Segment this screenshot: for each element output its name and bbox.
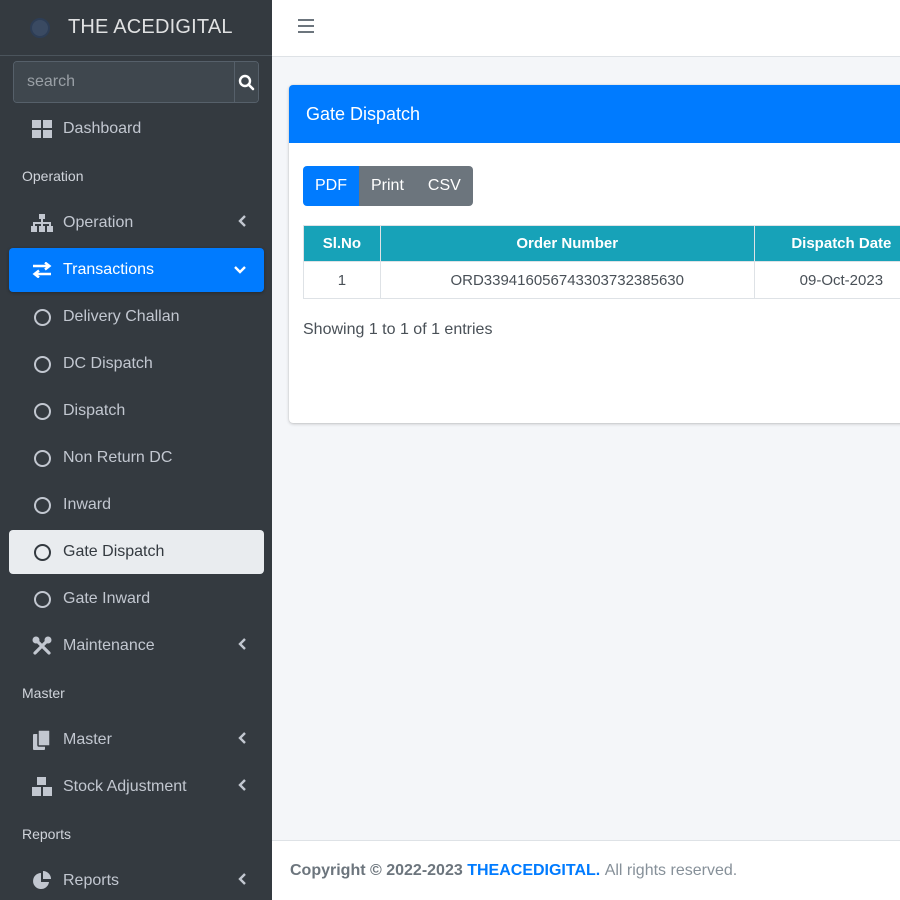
- dashboard-icon: [31, 118, 53, 140]
- export-button-group: PDF Print CSV: [303, 166, 473, 206]
- pdf-button[interactable]: PDF: [303, 166, 359, 206]
- circle-icon: [31, 494, 53, 516]
- search-button[interactable]: [234, 62, 258, 102]
- chevron-left-icon: [238, 872, 246, 890]
- sidebar-item-dispatch[interactable]: Dispatch: [9, 389, 264, 433]
- sidebar-item-label: Delivery Challan: [63, 308, 180, 325]
- chevron-left-icon: [238, 731, 246, 749]
- sidebar-search: [13, 61, 259, 103]
- sidebar-item-delivery-challan[interactable]: Delivery Challan: [9, 295, 264, 339]
- sidebar-item-master[interactable]: Master: [9, 718, 264, 762]
- sidebar-nav: Dashboard Operation Operation Transactio…: [0, 107, 272, 900]
- sidebar-item-stock-adjustment[interactable]: Stock Adjustment: [9, 765, 264, 809]
- print-button[interactable]: Print: [359, 166, 416, 206]
- copy-icon: [31, 729, 53, 751]
- sidebar-item-label: Maintenance: [63, 637, 155, 654]
- search-input[interactable]: [14, 62, 234, 102]
- card-title: Gate Dispatch: [289, 85, 900, 143]
- dispatch-table: Sl.No Order Number Dispatch Date 1 ORD33…: [303, 225, 900, 299]
- sidebar-item-label: Stock Adjustment: [63, 778, 187, 795]
- sidebar-item-label: Gate Dispatch: [63, 543, 165, 560]
- table-row: 1 ORD33941605674330373238563​0 09-Oct-20…: [303, 261, 900, 299]
- csv-button[interactable]: CSV: [415, 166, 473, 206]
- sidebar-item-non-return-dc[interactable]: Non Return DC: [9, 436, 264, 480]
- sidebar-item-inward[interactable]: Inward: [9, 483, 264, 527]
- circle-icon: [31, 306, 53, 328]
- menu-toggle-icon[interactable]: [298, 19, 314, 33]
- column-header-dispatch-date[interactable]: Dispatch Date: [753, 225, 900, 262]
- nav-header-operation: Operation: [22, 168, 84, 184]
- column-header-order-number[interactable]: Order Number: [379, 225, 755, 262]
- sidebar-item-label: Master: [63, 731, 112, 748]
- sidebar-item-reports[interactable]: Reports: [9, 859, 264, 900]
- pie-chart-icon: [31, 870, 53, 892]
- sidebar-item-label: Inward: [63, 496, 112, 513]
- cell-dispatch-date: 09-Oct-2023: [753, 261, 900, 299]
- nav-header-reports: Reports: [22, 826, 72, 842]
- sidebar-item-gate-dispatch[interactable]: Gate Dispatch: [9, 530, 264, 574]
- brand-link[interactable]: THE ACEDIGITAL: [0, 0, 272, 56]
- tools-icon: [31, 635, 53, 657]
- column-header-slno[interactable]: Sl.No: [303, 225, 381, 262]
- sitemap-icon: [31, 212, 53, 234]
- boxes-icon: [31, 776, 53, 798]
- circle-icon: [31, 588, 53, 610]
- sidebar-item-label: Non Return DC: [63, 449, 173, 466]
- chevron-left-icon: [238, 637, 246, 655]
- sidebar-item-label: Dispatch: [63, 402, 126, 419]
- cell-order-number: ORD33941605674330373238563​0: [379, 261, 755, 299]
- copyright-text: Copyright © 2022-2023: [290, 861, 463, 879]
- cell-slno: 1: [303, 261, 381, 299]
- gate-dispatch-card: Gate Dispatch PDF Print CSV Sl.No Order …: [289, 85, 900, 423]
- brand-name: THE ACEDIGITAL: [68, 16, 233, 38]
- brand-logo: [30, 17, 50, 38]
- circle-icon: [31, 447, 53, 469]
- sidebar-item-label: Reports: [63, 872, 120, 889]
- sidebar: THE ACEDIGITAL Dashboard Operation Opera…: [0, 0, 272, 900]
- footer: Copyright © 2022-2023 THEACEDIGITAL. All…: [272, 840, 900, 900]
- sidebar-item-label: Gate Inward: [63, 590, 151, 607]
- chevron-down-icon: [234, 261, 246, 279]
- table-info: Showing 1 to 1 of 1 entries: [303, 321, 493, 338]
- sidebar-item-operation[interactable]: Operation: [9, 201, 264, 245]
- sidebar-item-label: Dashboard: [63, 120, 142, 137]
- search-icon: [238, 74, 255, 90]
- circle-icon: [31, 353, 53, 375]
- chevron-left-icon: [238, 214, 246, 232]
- circle-icon: [31, 400, 53, 422]
- sidebar-item-dc-dispatch[interactable]: DC Dispatch: [9, 342, 264, 386]
- sidebar-item-transactions[interactable]: Transactions: [9, 248, 264, 292]
- footer-brand-link[interactable]: THEACEDIGITAL.: [467, 862, 600, 880]
- sidebar-item-label: Operation: [63, 214, 134, 231]
- sidebar-item-label: DC Dispatch: [63, 355, 153, 372]
- sidebar-item-dashboard[interactable]: Dashboard: [9, 107, 264, 151]
- sidebar-item-maintenance[interactable]: Maintenance: [9, 624, 264, 668]
- exchange-icon: [31, 259, 53, 281]
- rights-text: All rights reserved.: [604, 861, 738, 879]
- top-navbar: [272, 0, 900, 57]
- nav-header-master: Master: [22, 685, 65, 701]
- circle-icon: [31, 541, 53, 563]
- sidebar-item-label: Transactions: [63, 261, 154, 278]
- chevron-left-icon: [238, 778, 246, 796]
- sidebar-item-gate-inward[interactable]: Gate Inward: [9, 577, 264, 621]
